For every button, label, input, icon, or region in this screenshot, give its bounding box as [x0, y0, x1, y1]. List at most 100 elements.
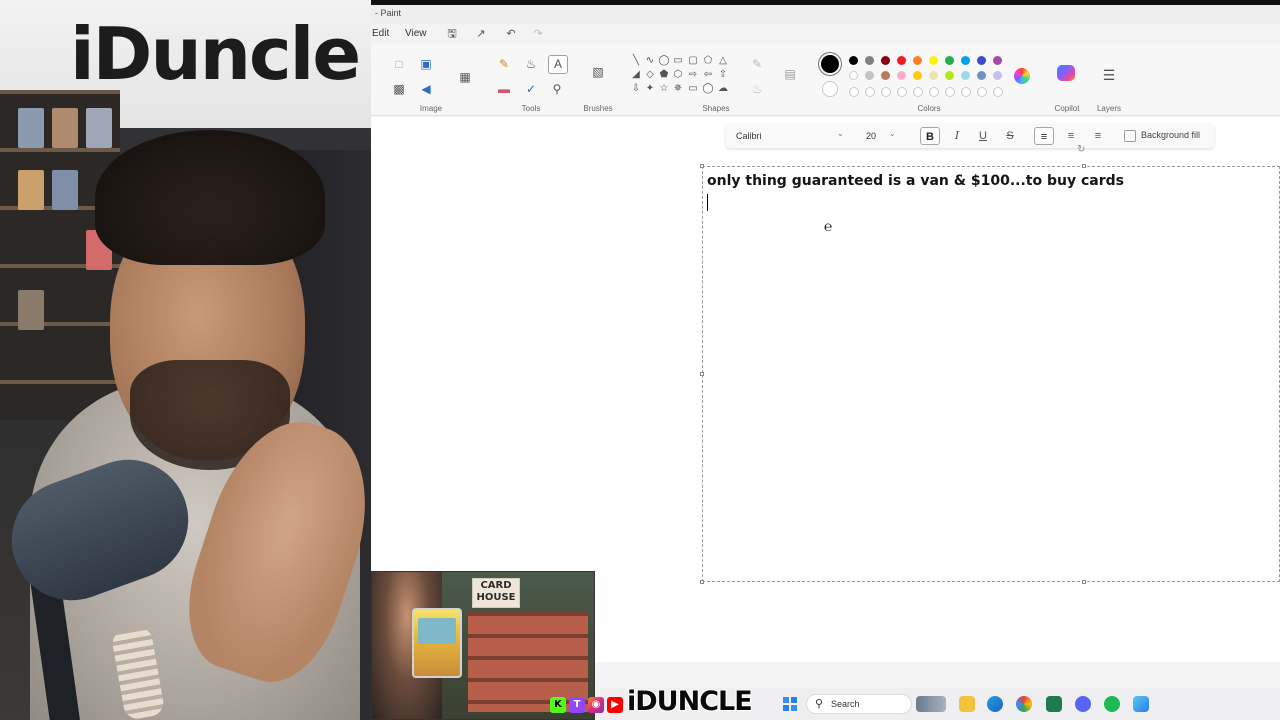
custom-color-slot[interactable] [929, 87, 939, 97]
brush-icon[interactable]: ▧ [590, 64, 606, 80]
secondary-color-swatch[interactable] [822, 81, 838, 97]
palette-color-swatch[interactable] [897, 56, 906, 65]
chevron-down-icon[interactable]: ⌄ [889, 129, 896, 138]
resize-handle[interactable] [700, 580, 704, 584]
share-icon[interactable]: ↗ [474, 27, 488, 41]
italic-button[interactable]: I [947, 127, 967, 145]
resize-handle[interactable] [700, 372, 704, 376]
palette-color-swatch[interactable] [881, 71, 890, 80]
palette-color-swatch[interactable] [929, 56, 938, 65]
triangle-shape-icon[interactable]: △ [717, 55, 729, 66]
bold-button[interactable]: B [920, 127, 940, 145]
text-box-frame[interactable] [702, 166, 1280, 582]
image-select-icon[interactable]: ▣ [418, 56, 434, 72]
spotify-icon[interactable] [1104, 696, 1120, 712]
up-arrow-shape-icon[interactable]: ⇧ [717, 69, 729, 80]
taskbar-search[interactable]: ⚲ Search [806, 694, 912, 714]
custom-color-slot[interactable] [945, 87, 955, 97]
pencil-icon[interactable]: ✎ [496, 56, 512, 72]
palette-color-swatch[interactable] [913, 71, 922, 80]
eraser-icon[interactable]: ▬ [496, 81, 512, 97]
pentagon-shape-icon[interactable]: ⬟ [658, 69, 670, 80]
discord-icon[interactable] [1075, 696, 1091, 712]
align-right-button[interactable]: ≡ [1088, 127, 1108, 145]
layers-icon[interactable]: ☰ [1101, 67, 1117, 83]
palette-color-swatch[interactable] [993, 71, 1002, 80]
custom-color-slot[interactable] [993, 87, 1003, 97]
undo-icon[interactable]: ↶ [504, 27, 518, 41]
color-picker-icon[interactable]: ✓ [523, 81, 539, 97]
select-icon[interactable]: □ [391, 56, 407, 72]
six-point-star-shape-icon[interactable]: ✵ [672, 83, 684, 94]
color-wheel-icon[interactable] [1014, 68, 1030, 84]
right-triangle-shape-icon[interactable]: ◢ [630, 69, 642, 80]
menu-view[interactable]: View [405, 28, 427, 39]
save-icon[interactable]: 🖫 [445, 27, 459, 41]
menu-edit[interactable]: Edit [372, 28, 389, 39]
font-size-dropdown[interactable]: 20 [858, 127, 904, 145]
diamond-shape-icon[interactable]: ◇ [644, 69, 656, 80]
palette-color-swatch[interactable] [881, 56, 890, 65]
copilot-icon[interactable] [1057, 65, 1075, 81]
callout-oval-shape-icon[interactable]: ◯ [702, 83, 714, 94]
left-arrow-shape-icon[interactable]: ⇦ [702, 69, 714, 80]
line-shape-icon[interactable]: ╲ [630, 55, 642, 66]
strikethrough-button[interactable]: S [1000, 127, 1020, 145]
rotate-icon[interactable]: ◀ [418, 81, 434, 97]
palette-color-swatch[interactable] [977, 56, 986, 65]
custom-color-slot[interactable] [897, 87, 907, 97]
shape-size-icon[interactable]: ▤ [782, 66, 798, 82]
align-left-button[interactable]: ≡ [1034, 127, 1054, 145]
edge-browser-icon[interactable] [987, 696, 1003, 712]
custom-color-slot[interactable] [849, 87, 859, 97]
resize-icon[interactable]: ▩ [391, 81, 407, 97]
custom-color-slot[interactable] [913, 87, 923, 97]
crop-icon[interactable]: ▦ [457, 69, 473, 85]
rectangle-shape-icon[interactable]: ▭ [672, 55, 684, 66]
resize-handle[interactable] [1082, 580, 1086, 584]
five-point-star-shape-icon[interactable]: ☆ [658, 83, 670, 94]
resize-handle[interactable] [1082, 164, 1086, 168]
font-family-dropdown[interactable]: Calibri [730, 127, 850, 145]
chevron-down-icon[interactable]: ⌄ [837, 129, 844, 138]
custom-color-slot[interactable] [881, 87, 891, 97]
oval-shape-icon[interactable]: ◯ [658, 55, 670, 66]
hexagon-shape-icon[interactable]: ⬡ [672, 69, 684, 80]
rounded-rectangle-shape-icon[interactable]: ▢ [687, 55, 699, 66]
primary-color-swatch[interactable] [821, 55, 839, 73]
palette-color-swatch[interactable] [897, 71, 906, 80]
palette-color-swatch[interactable] [913, 56, 922, 65]
down-arrow-shape-icon[interactable]: ⇩ [630, 83, 642, 94]
right-arrow-shape-icon[interactable]: ⇨ [687, 69, 699, 80]
rotate-handle-icon[interactable]: ↻ [1077, 144, 1085, 155]
palette-color-swatch[interactable] [961, 56, 970, 65]
palette-color-swatch[interactable] [993, 56, 1002, 65]
chrome-browser-icon[interactable] [1016, 696, 1032, 712]
underline-button[interactable]: U [973, 127, 993, 145]
canvas-text[interactable]: only thing guaranteed is a van & $100...… [707, 173, 1124, 189]
custom-color-slot[interactable] [865, 87, 875, 97]
palette-color-swatch[interactable] [865, 56, 874, 65]
callout-rect-shape-icon[interactable]: ▭ [687, 83, 699, 94]
fill-icon[interactable]: ♨ [523, 56, 539, 72]
palette-color-swatch[interactable] [849, 71, 858, 80]
palette-color-swatch[interactable] [945, 56, 954, 65]
palette-color-swatch[interactable] [929, 71, 938, 80]
palette-color-swatch[interactable] [849, 56, 858, 65]
custom-color-slot[interactable] [977, 87, 987, 97]
resize-handle[interactable] [700, 164, 704, 168]
palette-color-swatch[interactable] [977, 71, 986, 80]
four-point-star-shape-icon[interactable]: ✦ [644, 83, 656, 94]
palette-color-swatch[interactable] [865, 71, 874, 80]
curve-shape-icon[interactable]: ∿ [644, 55, 656, 66]
background-fill-checkbox[interactable] [1124, 130, 1136, 142]
palette-color-swatch[interactable] [961, 71, 970, 80]
paint-app-icon[interactable] [1133, 696, 1149, 712]
callout-cloud-shape-icon[interactable]: ☁ [717, 83, 729, 94]
align-center-button[interactable]: ≡ [1061, 127, 1081, 145]
file-explorer-icon[interactable] [959, 696, 975, 712]
palette-color-swatch[interactable] [945, 71, 954, 80]
custom-color-slot[interactable] [961, 87, 971, 97]
app-icon[interactable] [1046, 696, 1062, 712]
magnifier-icon[interactable]: ⚲ [549, 81, 565, 97]
